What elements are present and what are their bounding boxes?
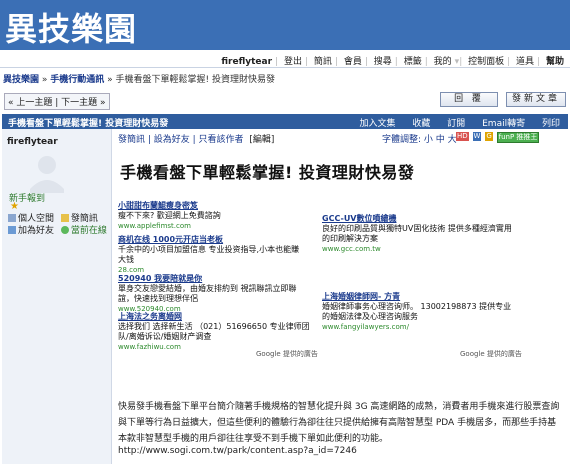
nav-help[interactable]: 幫助: [546, 57, 564, 67]
post-actions[interactable]: 發簡訊 | 設為好友 | 只看該作者: [118, 135, 244, 145]
nav-messages[interactable]: 簡訊: [314, 57, 332, 67]
ad-left-2[interactable]: 520940 我要陪就是你 單身交友戀愛結婚，由婚友排約到 視訊聯訊立即聯誼，快…: [118, 274, 306, 314]
new-post-button[interactable]: 發新文章: [506, 92, 566, 107]
online-icon: [60, 226, 69, 234]
breadcrumb-forum[interactable]: 手機行動通訊: [50, 75, 104, 85]
email-forward-link[interactable]: Email轉寄: [482, 119, 525, 129]
ad-left-3[interactable]: 上海法之务离婚网 选择我们 选择新生活 （021）51696650 专业律师团队…: [118, 312, 318, 352]
nav-items[interactable]: 道具: [516, 57, 534, 67]
thread-header-title: 手機看盤下單輕鬆掌握! 投資理財快易發: [8, 119, 169, 129]
home-icon: [8, 214, 16, 222]
message-icon: [60, 214, 69, 222]
font-size-control[interactable]: 字體調整: 小 中 大: [382, 132, 457, 145]
thread-header: 手機看盤下單輕鬆掌握! 投資理財快易發 加入文集 收藏 訂閱 Email轉寄 列…: [2, 114, 568, 129]
nav-members[interactable]: 會員: [344, 57, 362, 67]
nav-search[interactable]: 搜尋: [374, 57, 392, 67]
author-name[interactable]: fireflytear: [7, 137, 58, 147]
author-panel: fireflytear 新手報到 ★ 個人空間 發簡訊 加為好友 當前在線: [2, 129, 112, 464]
reply-button[interactable]: 回 覆: [440, 92, 498, 107]
nav-logout[interactable]: 登出: [284, 57, 302, 67]
google-ads-label-left[interactable]: Google 提供的廣告: [256, 349, 318, 359]
google-ads-label-right-text: Google 提供的廣告: [460, 350, 522, 358]
funp-push-button[interactable]: funP 推推王: [496, 132, 540, 143]
post-body: 快易發手機看盤下單平台簡介隨著手機規格的智慧化提升與 3G 高速網路的成熟，消費…: [118, 402, 560, 444]
post-link[interactable]: http://www.sogi.com.tw/park/content.asp?…: [118, 446, 357, 456]
g-badge-icon[interactable]: G: [485, 132, 493, 141]
print-link[interactable]: 列印: [542, 119, 560, 129]
rank-star-icon: ★: [10, 201, 19, 212]
subscribe-link[interactable]: 訂閱: [447, 119, 465, 129]
top-navigation: fireflytear | 登出 | 簡訊 | 會員 | 搜尋 | 標籤 | 我的 ▾| 控制…: [0, 52, 570, 68]
add-to-collection[interactable]: 加入文集: [359, 119, 395, 129]
google-ads-label-right[interactable]: Google 提供的廣告: [460, 349, 522, 359]
favorite-link[interactable]: 收藏: [412, 119, 430, 129]
breadcrumb: 異技樂園 » 手機行動通訊 » 手機看盤下單輕鬆掌握! 投資理財快易發: [3, 75, 275, 85]
breadcrumb-thread: 手機看盤下單輕鬆掌握! 投資理財快易發: [115, 75, 275, 85]
send-message-link[interactable]: 發簡訊: [71, 214, 98, 224]
thread-pager: « 上一主題 | 下一主題 »: [4, 93, 110, 110]
nav-control-panel[interactable]: 控制面板: [468, 57, 504, 67]
personal-space-link[interactable]: 個人空間: [18, 214, 54, 224]
add-friend-link[interactable]: 加為好友: [18, 226, 54, 236]
post-title: 手機看盤下單輕鬆掌握! 投資理財快易發: [120, 163, 415, 182]
google-ads-label-left-text: Google 提供的廣告: [256, 350, 318, 358]
ad-left-0[interactable]: 小甜甜布蘭鯤瘦身密笈 瘦不下來? 歡迎網上免費諮詢 www.applefimst…: [118, 201, 306, 231]
hd-badge-icon[interactable]: HD: [456, 132, 469, 141]
add-friend-icon: [8, 226, 16, 234]
online-status: 當前在線: [70, 226, 107, 236]
site-logo[interactable]: 異技樂園: [5, 4, 137, 50]
ad-right-1[interactable]: 上海婚姻律師网- 方青 婚姻律師事务心理咨询师。 13002198873 提供专…: [322, 292, 518, 332]
post-content: 發簡訊 | 設為好友 | 只看該作者 [編輯] 字體調整: 小 中 大 HD W…: [112, 129, 568, 464]
edit-link[interactable]: [編輯]: [249, 135, 274, 145]
next-thread-link[interactable]: 下一主題: [61, 98, 97, 108]
ad-left-1[interactable]: 商机在线 1000元开店当老板 千余中的小项目加盟信息 专业投资指导,小本也能賺…: [118, 235, 306, 275]
breadcrumb-home[interactable]: 異技樂園: [3, 75, 39, 85]
share-badges: HD W G funP 推推王: [456, 132, 540, 143]
nav-tags[interactable]: 標籤: [404, 57, 422, 67]
prev-thread-link[interactable]: 上一主題: [16, 98, 52, 108]
ad-right-0[interactable]: GCC-UV數位噴繪機 良好的印刷品質與獨特UV固化技術 提供多種經濟實用的印刷…: [322, 214, 512, 254]
nav-username[interactable]: fireflytear: [221, 57, 272, 67]
nav-mine[interactable]: 我的: [434, 57, 452, 67]
site-banner: 異技樂園: [0, 0, 570, 50]
w-badge-icon[interactable]: W: [472, 132, 482, 141]
post-action-row: 發簡訊 | 設為好友 | 只看該作者 [編輯]: [118, 132, 274, 145]
